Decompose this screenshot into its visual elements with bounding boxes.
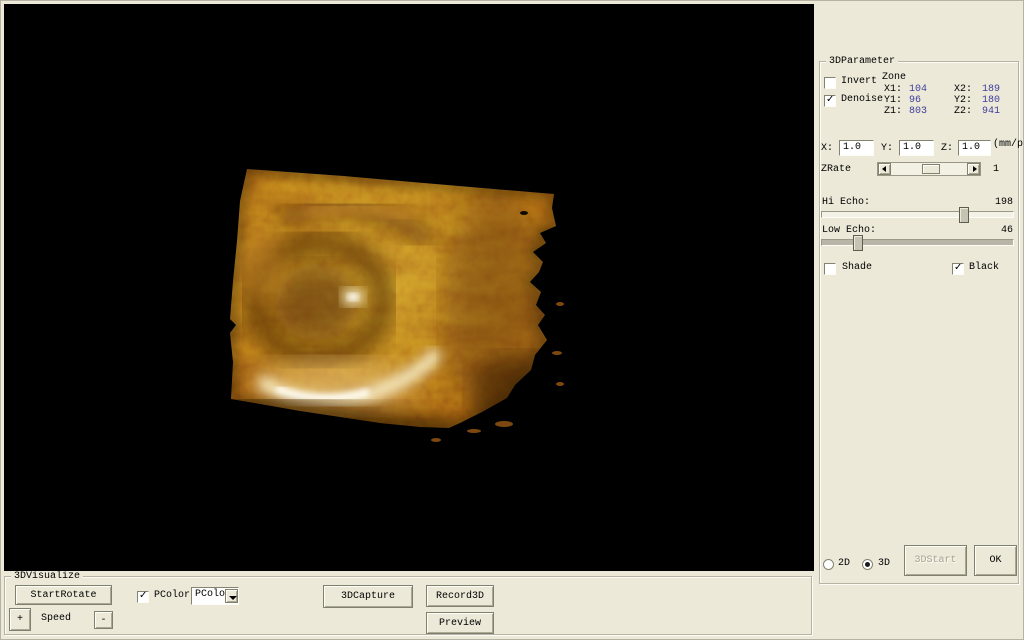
start-rotate-button[interactable]: StartRotate — [15, 585, 112, 605]
shade-checkbox[interactable] — [824, 263, 836, 275]
mode-2d-label: 2D — [838, 558, 851, 569]
scale-z-label: Z: — [941, 143, 954, 154]
3dcapture-button[interactable]: 3DCapture — [323, 585, 413, 608]
zone-z2-label: Z2: — [954, 106, 973, 117]
shade-label: Shade — [842, 262, 873, 273]
zone-z1-label: Z1: — [884, 106, 903, 117]
hi-echo-value: 198 — [994, 197, 1013, 208]
visualize-group-title: 3DVisualize — [11, 571, 84, 582]
mode-3d-label: 3D — [878, 558, 891, 569]
pcolor-checkbox[interactable] — [137, 590, 149, 603]
scale-x-input[interactable]: 1.0 — [839, 140, 874, 156]
pcolor-dropdown-arrow-icon[interactable] — [225, 589, 238, 603]
speed-plus-button[interactable]: + — [9, 608, 31, 631]
hi-echo-slider-track[interactable] — [821, 211, 1014, 218]
black-checkbox[interactable] — [952, 262, 964, 275]
speed-label: Speed — [41, 613, 72, 624]
zone-title: Zone — [882, 72, 907, 83]
3dstart-button[interactable]: 3DStart — [904, 545, 967, 576]
pcolor-label: PColor — [154, 590, 191, 601]
zrate-scrollbar[interactable] — [877, 162, 981, 176]
scale-x-label: X: — [821, 143, 834, 154]
mode-3d-radio[interactable] — [862, 559, 873, 570]
scale-z-input[interactable]: 1.0 — [958, 140, 991, 156]
scale-y-input[interactable]: 1.0 — [899, 140, 934, 156]
hi-echo-label: Hi Echo: — [822, 197, 871, 208]
scale-y-label: Y: — [881, 143, 894, 154]
ok-button[interactable]: OK — [974, 545, 1017, 576]
render-viewport[interactable] — [4, 4, 814, 571]
denoise-checkbox[interactable] — [824, 94, 836, 107]
invert-label: Invert — [841, 76, 878, 87]
preview-button[interactable]: Preview — [426, 612, 494, 634]
speed-minus-button[interactable]: - — [94, 611, 113, 629]
ultrasound-volume — [230, 169, 564, 442]
zrate-value: 1 — [993, 164, 1000, 175]
low-echo-label: Low Echo: — [822, 225, 877, 236]
invert-checkbox[interactable] — [824, 77, 836, 89]
black-label: Black — [969, 262, 1000, 273]
app-window: 3DParameter Invert Denoise Zone X1: 104 … — [0, 0, 1024, 640]
record3d-button[interactable]: Record3D — [426, 585, 494, 607]
low-echo-value: 46 — [1000, 225, 1013, 236]
hi-echo-slider-thumb[interactable] — [959, 207, 969, 223]
zrate-scroll-thumb[interactable] — [922, 164, 940, 174]
mode-2d-radio[interactable] — [823, 559, 834, 570]
low-echo-slider-thumb[interactable] — [853, 235, 863, 251]
scale-unit-label: (mm/p) — [993, 139, 1024, 150]
zone-z2-value: 941 — [982, 106, 1001, 117]
parameter-group-title: 3DParameter — [826, 56, 899, 67]
zrate-scroll-right-button[interactable] — [967, 163, 980, 175]
low-echo-slider-track[interactable] — [821, 239, 1014, 246]
zrate-scroll-left-button[interactable] — [878, 163, 891, 175]
zrate-label: ZRate — [821, 164, 852, 175]
zone-z1-value: 803 — [909, 106, 928, 117]
denoise-label: Denoise — [841, 94, 884, 105]
